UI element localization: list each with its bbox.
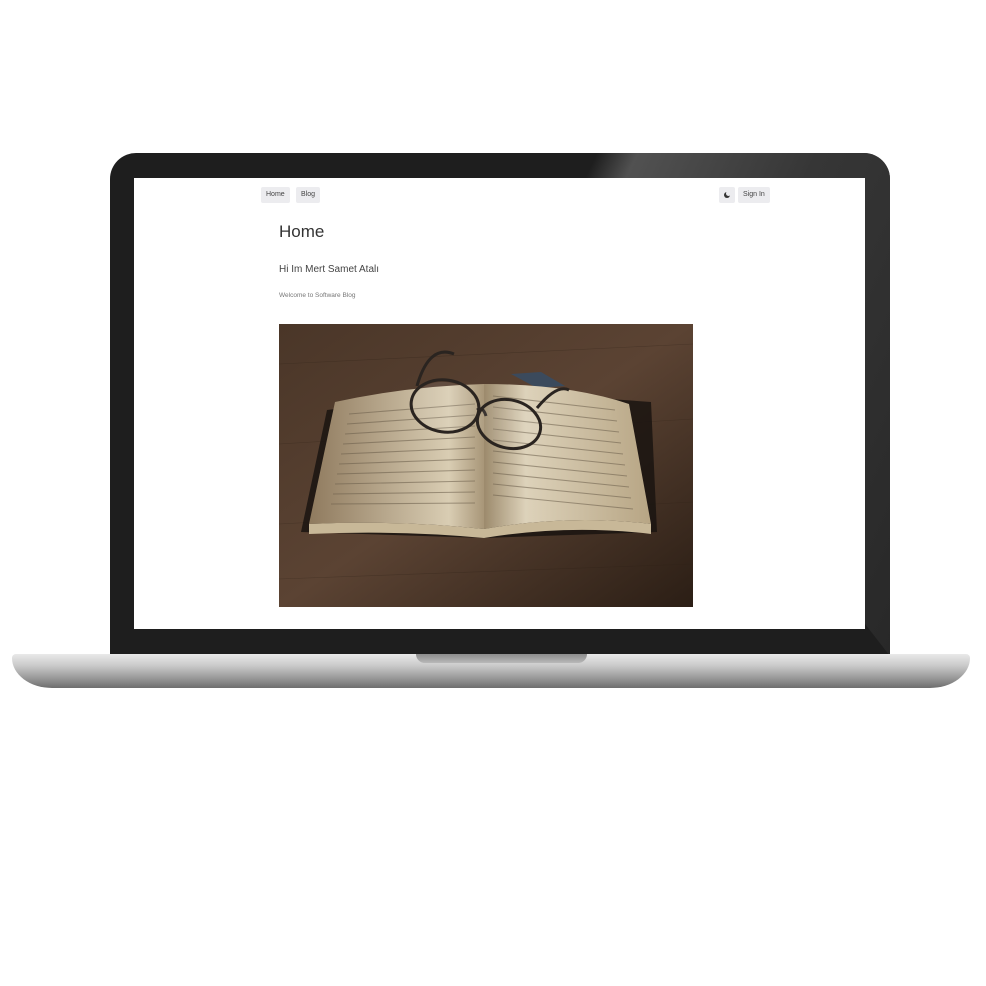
greeting-heading: Hi Im Mert Samet Atalı [279, 264, 380, 275]
theme-toggle-button[interactable] [719, 187, 735, 203]
welcome-text: Welcome to Software Blog [279, 292, 356, 299]
hero-image [279, 324, 693, 607]
laptop-notch [416, 654, 587, 663]
sign-in-button[interactable]: Sign In [738, 187, 770, 203]
page-title: Home [279, 222, 325, 241]
moon-icon [724, 191, 731, 198]
nav-home-button[interactable]: Home [261, 187, 290, 203]
open-book-illustration [279, 324, 693, 607]
nav-blog-button[interactable]: Blog [296, 187, 321, 203]
